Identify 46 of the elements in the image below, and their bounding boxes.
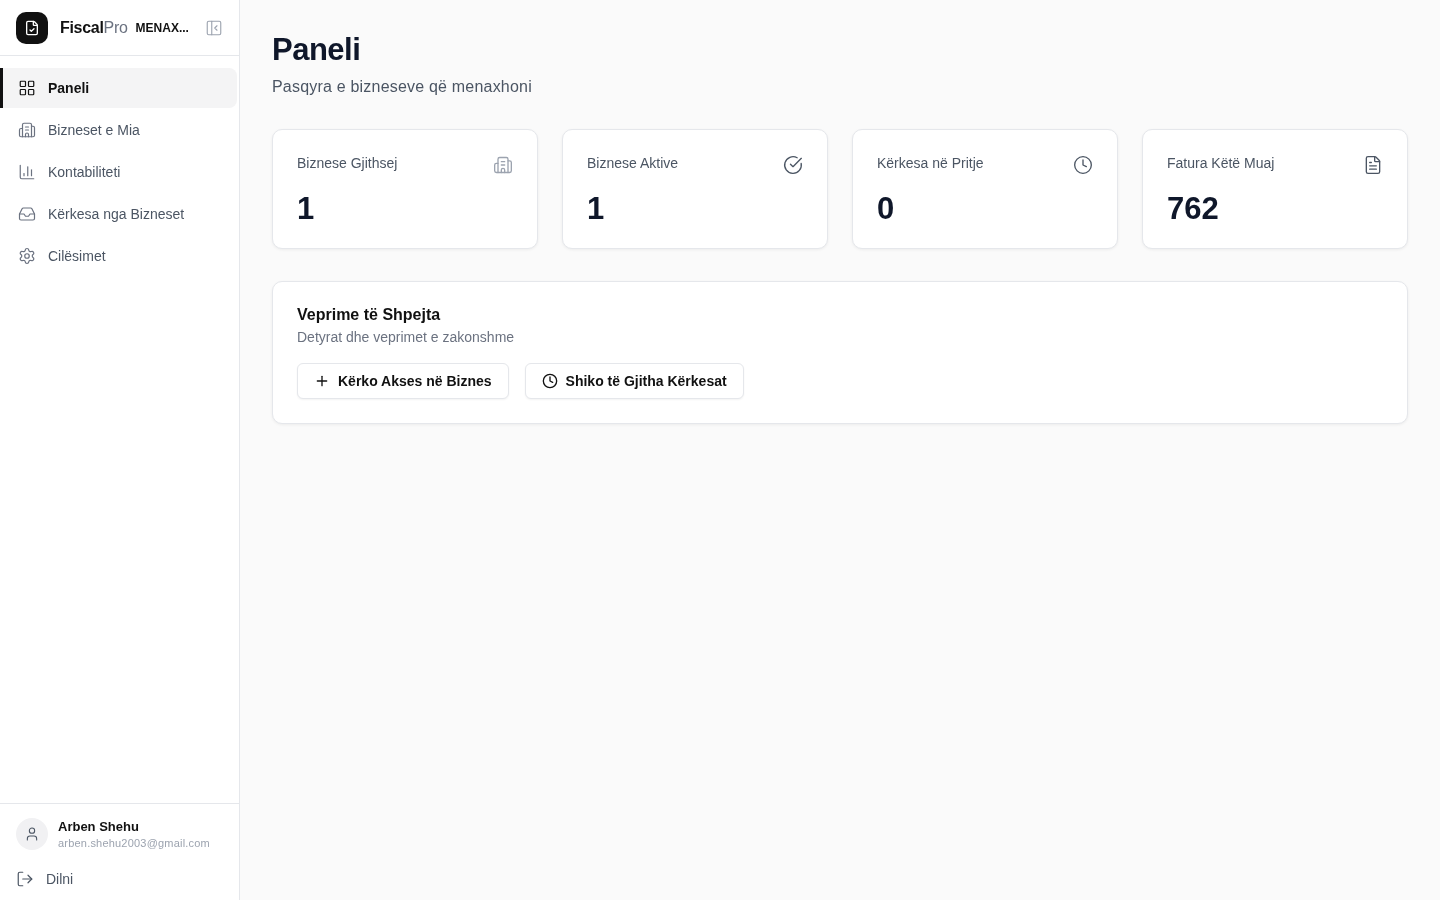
collapse-sidebar-button[interactable] (205, 18, 223, 37)
card-subtitle: Detyrat dhe veprimet e zakonshme (297, 329, 516, 345)
bar-chart-icon (18, 163, 36, 181)
building-icon (18, 121, 36, 139)
logout-label: Dilni (46, 871, 74, 887)
logout-icon (16, 870, 34, 888)
stat-label: Biznese Gjithsej (297, 155, 398, 171)
user-avatar-icon (16, 818, 48, 850)
user-email: arben.shehu2003@gmail.com (58, 837, 210, 849)
stat-value: 762 (1167, 191, 1220, 227)
stat-label: Biznese Aktive (587, 155, 679, 171)
page-title: Paneli (272, 31, 362, 69)
logout-link[interactable]: Dilni (16, 868, 74, 890)
brand-name: FiscalPro (60, 18, 128, 37)
clock-icon (1073, 155, 1093, 175)
plus-icon (314, 373, 330, 389)
inbox-icon (18, 205, 36, 223)
nav-item-label: Kontabiliteti (48, 164, 121, 180)
action-button[interactable]: Shiko të Gjitha Kërkesat (524, 363, 744, 399)
stat-value: 0 (877, 191, 896, 227)
grid-icon (18, 79, 36, 97)
building-icon (493, 155, 513, 175)
panel-collapse-icon (205, 18, 223, 37)
nav-item-label: Paneli (48, 80, 90, 96)
nav-item[interactable]: Paneli (0, 68, 237, 108)
card-title: Veprime të Shpejta (297, 305, 442, 325)
logo-icon (16, 11, 48, 44)
nav-item[interactable]: Cilësimet (0, 236, 237, 276)
page-subtitle: Pasqyra e bizneseve që menaxhoni (272, 78, 533, 96)
role-label: MENAX... (135, 20, 189, 35)
user-name: Arben Shehu (58, 819, 140, 834)
nav-item-label: Cilësimet (48, 248, 106, 264)
stat-label: Fatura Këtë Muaj (1167, 155, 1275, 171)
settings-icon (18, 247, 36, 265)
check-circle-icon (783, 155, 803, 175)
stat-value: 1 (297, 191, 316, 227)
stat-label: Kërkesa në Pritje (877, 155, 984, 171)
nav-item[interactable]: Kërkesa nga Bizneset (0, 194, 237, 234)
stat-value: 1 (587, 191, 606, 227)
nav-item[interactable]: Kontabiliteti (0, 152, 237, 192)
nav-item-label: Kërkesa nga Bizneset (48, 206, 185, 222)
document-icon (1363, 155, 1383, 175)
nav-item-label: Bizneset e Mia (48, 122, 140, 138)
action-button[interactable]: Kërko Akses në Biznes (297, 363, 509, 399)
clock-icon (541, 373, 558, 389)
nav-item[interactable]: Bizneset e Mia (0, 110, 237, 150)
